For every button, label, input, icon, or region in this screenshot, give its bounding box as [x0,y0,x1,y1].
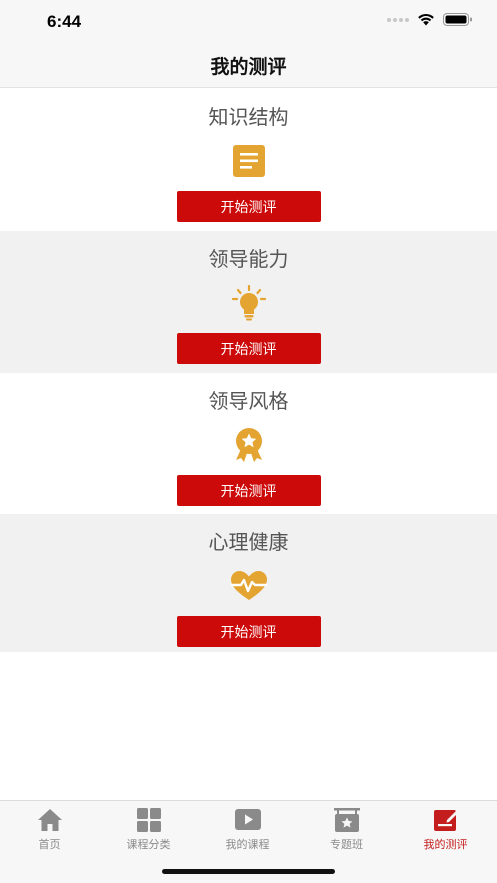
tab-label: 课程分类 [126,838,171,851]
cellular-signal-icon [387,17,409,22]
assessment-card-leadership-ability: 领导能力 开始测评 [0,231,497,373]
app-screen: 6:44 我的测评 知识结构 开始测评 领导能力 开始测评 领导风格 开始测评 … [0,0,497,883]
assessment-title: 领导能力 [208,247,289,271]
tab-label: 我的课程 [225,838,270,851]
tab-label: 首页 [38,838,61,851]
assessment-card-leadership-style: 领导风格 开始测评 [0,373,497,514]
document-icon [229,143,269,179]
tab-home[interactable]: 首页 [0,807,99,852]
assessment-title: 心理健康 [208,530,289,554]
home-indicator [162,869,335,874]
start-assessment-button[interactable]: 开始测评 [176,333,321,364]
assessment-card-mental-health: 心理健康 开始测评 [0,514,497,652]
assessment-title: 领导风格 [208,389,289,413]
navigation-bar: 我的测评 [0,44,497,88]
wifi-icon [418,13,434,26]
tab-label: 我的测评 [423,838,468,851]
battery-icon [443,13,472,26]
edit-note-icon [432,807,460,833]
home-icon [36,807,64,833]
page-title: 我的测评 [210,56,287,78]
status-indicators [387,13,473,26]
status-bar: 6:44 [0,0,497,44]
grid-icon [135,807,163,833]
star-board-icon [333,807,361,833]
award-badge-icon [229,427,269,463]
heart-pulse-icon [229,568,269,604]
start-assessment-button[interactable]: 开始测评 [176,475,321,506]
play-icon [234,807,262,833]
lightbulb-icon [229,285,269,321]
assessment-card-knowledge: 知识结构 开始测评 [0,89,497,231]
assessment-title: 知识结构 [208,105,289,129]
start-assessment-button[interactable]: 开始测评 [176,616,321,647]
tab-course-categories[interactable]: 课程分类 [99,807,198,852]
tab-special-classes[interactable]: 专题班 [297,807,396,852]
tab-my-courses[interactable]: 我的课程 [198,807,297,852]
status-time: 6:44 [47,12,82,31]
start-assessment-button[interactable]: 开始测评 [176,191,321,222]
tab-my-assessments[interactable]: 我的测评 [396,807,495,852]
tab-label: 专题班 [330,838,363,851]
